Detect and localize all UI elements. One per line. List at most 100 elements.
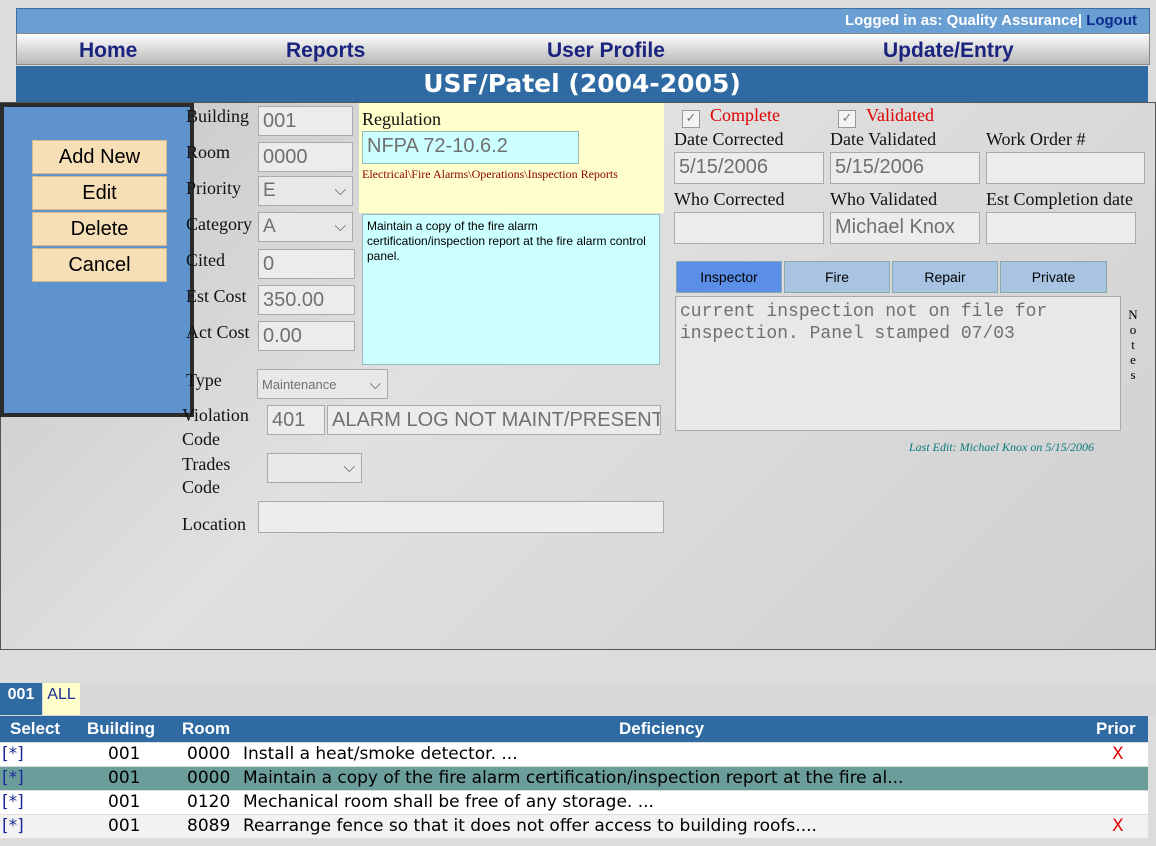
location-label: Location xyxy=(182,514,246,534)
est-completion-field[interactable] xyxy=(986,212,1136,244)
nav-user-profile[interactable]: User Profile xyxy=(547,39,665,63)
who-corrected-field[interactable] xyxy=(674,212,824,244)
tab-fire[interactable]: Fire xyxy=(784,261,890,293)
work-order-field[interactable] xyxy=(986,152,1145,184)
row-building: 001 xyxy=(108,768,141,788)
type-label: Type xyxy=(186,370,222,390)
top-bar: Logged in as: Quality Assurance| Logout xyxy=(16,8,1150,34)
row-room: 0000 xyxy=(187,768,231,788)
category-label: Category xyxy=(186,214,252,234)
row-deficiency: Install a heat/smoke detector. ... xyxy=(243,744,518,764)
who-validated-field[interactable]: Michael Knox xyxy=(830,212,980,244)
col-prior: Prior xyxy=(1096,719,1136,738)
grid-header: Select Building Room Deficiency Prior xyxy=(0,716,1148,742)
priority-label: Priority xyxy=(186,178,242,198)
row-deficiency: Maintain a copy of the fire alarm certif… xyxy=(243,768,904,788)
category-value: A xyxy=(263,216,276,237)
est-cost-field[interactable]: 350.00 xyxy=(258,285,355,315)
grid-tab-strip xyxy=(0,682,1156,716)
logout-link[interactable]: Logout xyxy=(1086,12,1137,29)
row-deficiency: Mechanical room shall be free of any sto… xyxy=(243,792,654,812)
cancel-button[interactable]: Cancel xyxy=(32,248,167,282)
add-new-button[interactable]: Add New xyxy=(32,140,167,174)
main-nav: Home Reports User Profile Update/Entry xyxy=(16,33,1150,65)
tab-inspector[interactable]: Inspector xyxy=(676,261,782,293)
row-room: 8089 xyxy=(187,816,231,836)
trades-code-label: Code xyxy=(182,477,220,497)
notes-textarea[interactable]: current inspection not on file for inspe… xyxy=(675,296,1121,431)
work-order-label: Work Order # xyxy=(986,129,1086,149)
est-cost-label: Est Cost xyxy=(186,286,247,306)
violation-description-field[interactable]: ALARM LOG NOT MAINT/PRESENT xyxy=(327,405,661,435)
notes-letter: e xyxy=(1130,352,1136,367)
notes-letter: o xyxy=(1129,322,1137,337)
est-completion-label: Est Completion date xyxy=(986,189,1133,209)
table-row[interactable]: [*] 001 0000 Install a heat/smoke detect… xyxy=(0,743,1148,766)
category-select[interactable]: A ⌵ xyxy=(258,212,353,242)
regulation-field[interactable]: NFPA 72-10.6.2 xyxy=(362,131,579,164)
trades-code-select[interactable]: ⌵ xyxy=(267,453,362,483)
who-corrected-label: Who Corrected xyxy=(674,189,785,209)
building-field[interactable]: 001 xyxy=(258,106,353,136)
room-field[interactable]: 0000 xyxy=(258,142,353,172)
priority-value: E xyxy=(263,180,276,201)
grid-tab-all[interactable]: ALL xyxy=(43,683,80,715)
row-deficiency: Rearrange fence so that it does not offe… xyxy=(243,816,817,836)
table-row[interactable]: [*] 001 0000 Maintain a copy of the fire… xyxy=(0,767,1148,790)
cited-label: Cited xyxy=(186,250,225,270)
row-select-link[interactable]: [*] xyxy=(2,744,24,764)
page-title: USF/Patel (2004-2005) xyxy=(16,66,1148,102)
violation-label: Violation xyxy=(182,405,249,425)
edit-button[interactable]: Edit xyxy=(32,176,167,210)
violation-code-label: Code xyxy=(182,429,220,449)
chevron-down-icon: ⌵ xyxy=(334,218,346,235)
complete-label: Complete xyxy=(710,105,780,125)
who-validated-label: Who Validated xyxy=(830,189,938,209)
row-select-link[interactable]: [*] xyxy=(2,792,24,812)
priority-select[interactable]: E ⌵ xyxy=(258,176,353,206)
row-building: 001 xyxy=(108,744,141,764)
building-label: Building xyxy=(186,106,250,126)
room-label: Room xyxy=(186,142,231,162)
date-validated-field[interactable]: 5/15/2006 xyxy=(830,152,980,184)
violation-code-field[interactable]: 401 xyxy=(267,405,325,435)
row-prior: X xyxy=(1112,744,1124,764)
date-corrected-field[interactable]: 5/15/2006 xyxy=(674,152,824,184)
location-field[interactable] xyxy=(258,501,664,533)
notes-side-label: N o t e s xyxy=(1128,307,1138,382)
tab-repair[interactable]: Repair xyxy=(892,261,998,293)
cited-field[interactable]: 0 xyxy=(258,249,355,279)
date-corrected-label: Date Corrected xyxy=(674,129,784,149)
delete-button[interactable]: Delete xyxy=(32,212,167,246)
date-validated-label: Date Validated xyxy=(830,129,937,149)
col-building: Building xyxy=(87,719,155,738)
row-select-link[interactable]: [*] xyxy=(2,768,24,788)
regulation-path: Electrical\Fire Alarms\Operations\Inspec… xyxy=(362,167,618,181)
row-prior: X xyxy=(1112,816,1124,836)
tab-private[interactable]: Private xyxy=(1000,261,1107,293)
validated-checkbox[interactable]: ✓ xyxy=(838,110,856,128)
type-select[interactable]: Maintenance ⌵ xyxy=(257,369,388,399)
login-text: Logged in as: Quality Assurance| xyxy=(844,12,1083,29)
table-row[interactable]: [*] 001 8089 Rearrange fence so that it … xyxy=(0,815,1148,838)
notes-letter: s xyxy=(1130,367,1136,382)
nav-reports[interactable]: Reports xyxy=(286,39,365,63)
trades-label: Trades xyxy=(182,454,231,474)
chevron-down-icon: ⌵ xyxy=(334,182,346,199)
col-room: Room xyxy=(182,719,231,738)
type-value: Maintenance xyxy=(262,377,337,392)
login-info: Logged in as: Quality Assurance| Logout xyxy=(845,12,1137,29)
deficiency-text[interactable]: Maintain a copy of the fire alarm certif… xyxy=(362,214,660,365)
last-edit-text: Last Edit: Michael Knox on 5/15/2006 xyxy=(909,440,1094,454)
row-select-link[interactable]: [*] xyxy=(2,816,24,836)
act-cost-field[interactable]: 0.00 xyxy=(258,321,355,351)
chevron-down-icon: ⌵ xyxy=(369,376,381,393)
col-select: Select xyxy=(10,719,61,738)
grid-tab-001[interactable]: 001 xyxy=(0,683,42,715)
complete-checkbox[interactable]: ✓ xyxy=(682,110,700,128)
nav-home[interactable]: Home xyxy=(79,39,137,63)
row-room: 0000 xyxy=(187,744,231,764)
regulation-label: Regulation xyxy=(362,109,441,129)
table-row[interactable]: [*] 001 0120 Mechanical room shall be fr… xyxy=(0,791,1148,814)
nav-update-entry[interactable]: Update/Entry xyxy=(883,39,1014,63)
